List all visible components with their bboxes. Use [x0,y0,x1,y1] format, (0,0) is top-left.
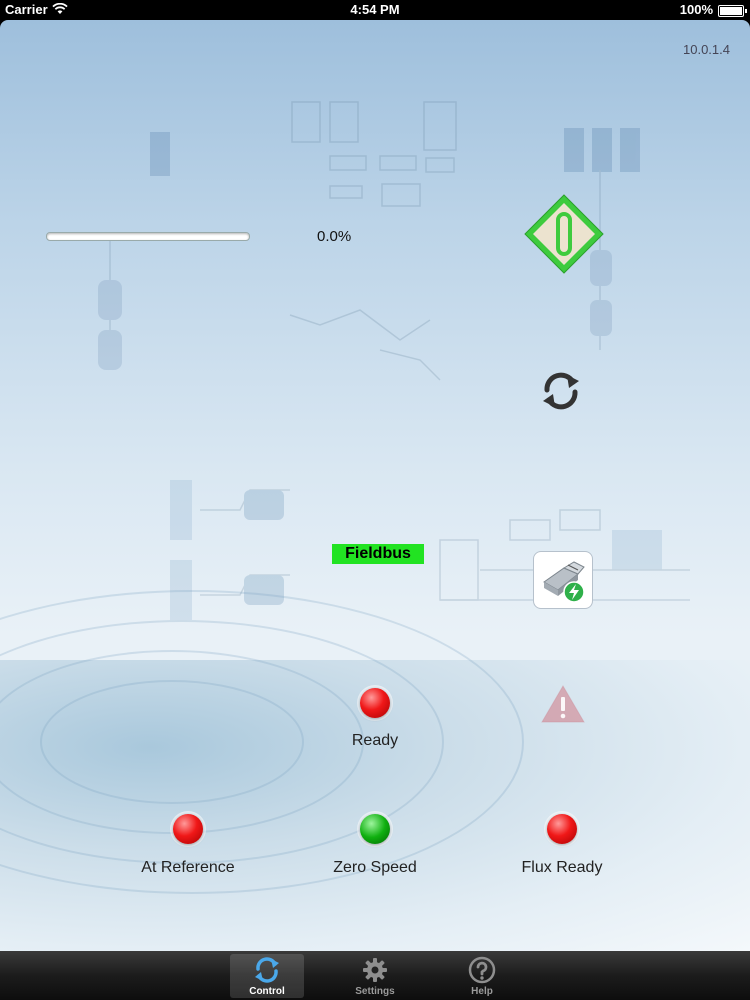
progress-bar [46,232,250,241]
control-screen: 10.0.1.4 0.0% Fieldbus Ready At Referenc… [0,20,750,951]
background-schematic [98,101,690,620]
version-label: 10.0.1.4 [683,42,730,57]
flux-ready-led [547,814,577,844]
status-bar: Carrier 4:54 PM 100% [0,0,750,20]
refresh-icon [255,957,279,983]
at-reference-label: At Reference [141,859,235,876]
battery-percentage: 100% [679,2,713,17]
warning-icon [541,685,585,723]
tab-bar: Control Settings Help [0,951,750,1000]
ready-label: Ready [351,732,399,749]
battery-icon [718,5,747,17]
flux-ready-label: Flux Ready [521,859,603,876]
tab-help[interactable]: Help [445,954,519,998]
tab-settings-label: Settings [355,986,395,997]
gear-icon [363,958,387,982]
tab-settings[interactable]: Settings [338,954,412,998]
network-connect-button[interactable] [533,551,593,609]
zero-speed-label: Zero Speed [333,859,417,876]
tab-control[interactable]: Control [230,954,304,998]
at-reference-led [173,814,203,844]
ready-led [360,688,390,718]
ethernet-plug-icon [543,561,585,603]
stop-button[interactable] [522,192,606,276]
clock: 4:54 PM [350,2,400,17]
tab-help-label: Help [471,986,493,997]
progress-percentage: 0.0% [317,228,352,245]
zero-speed-led [360,814,390,844]
refresh-icon[interactable] [538,368,584,414]
tab-control-label: Control [249,986,285,997]
fieldbus-badge: Fieldbus [332,544,424,564]
help-icon [468,956,496,984]
